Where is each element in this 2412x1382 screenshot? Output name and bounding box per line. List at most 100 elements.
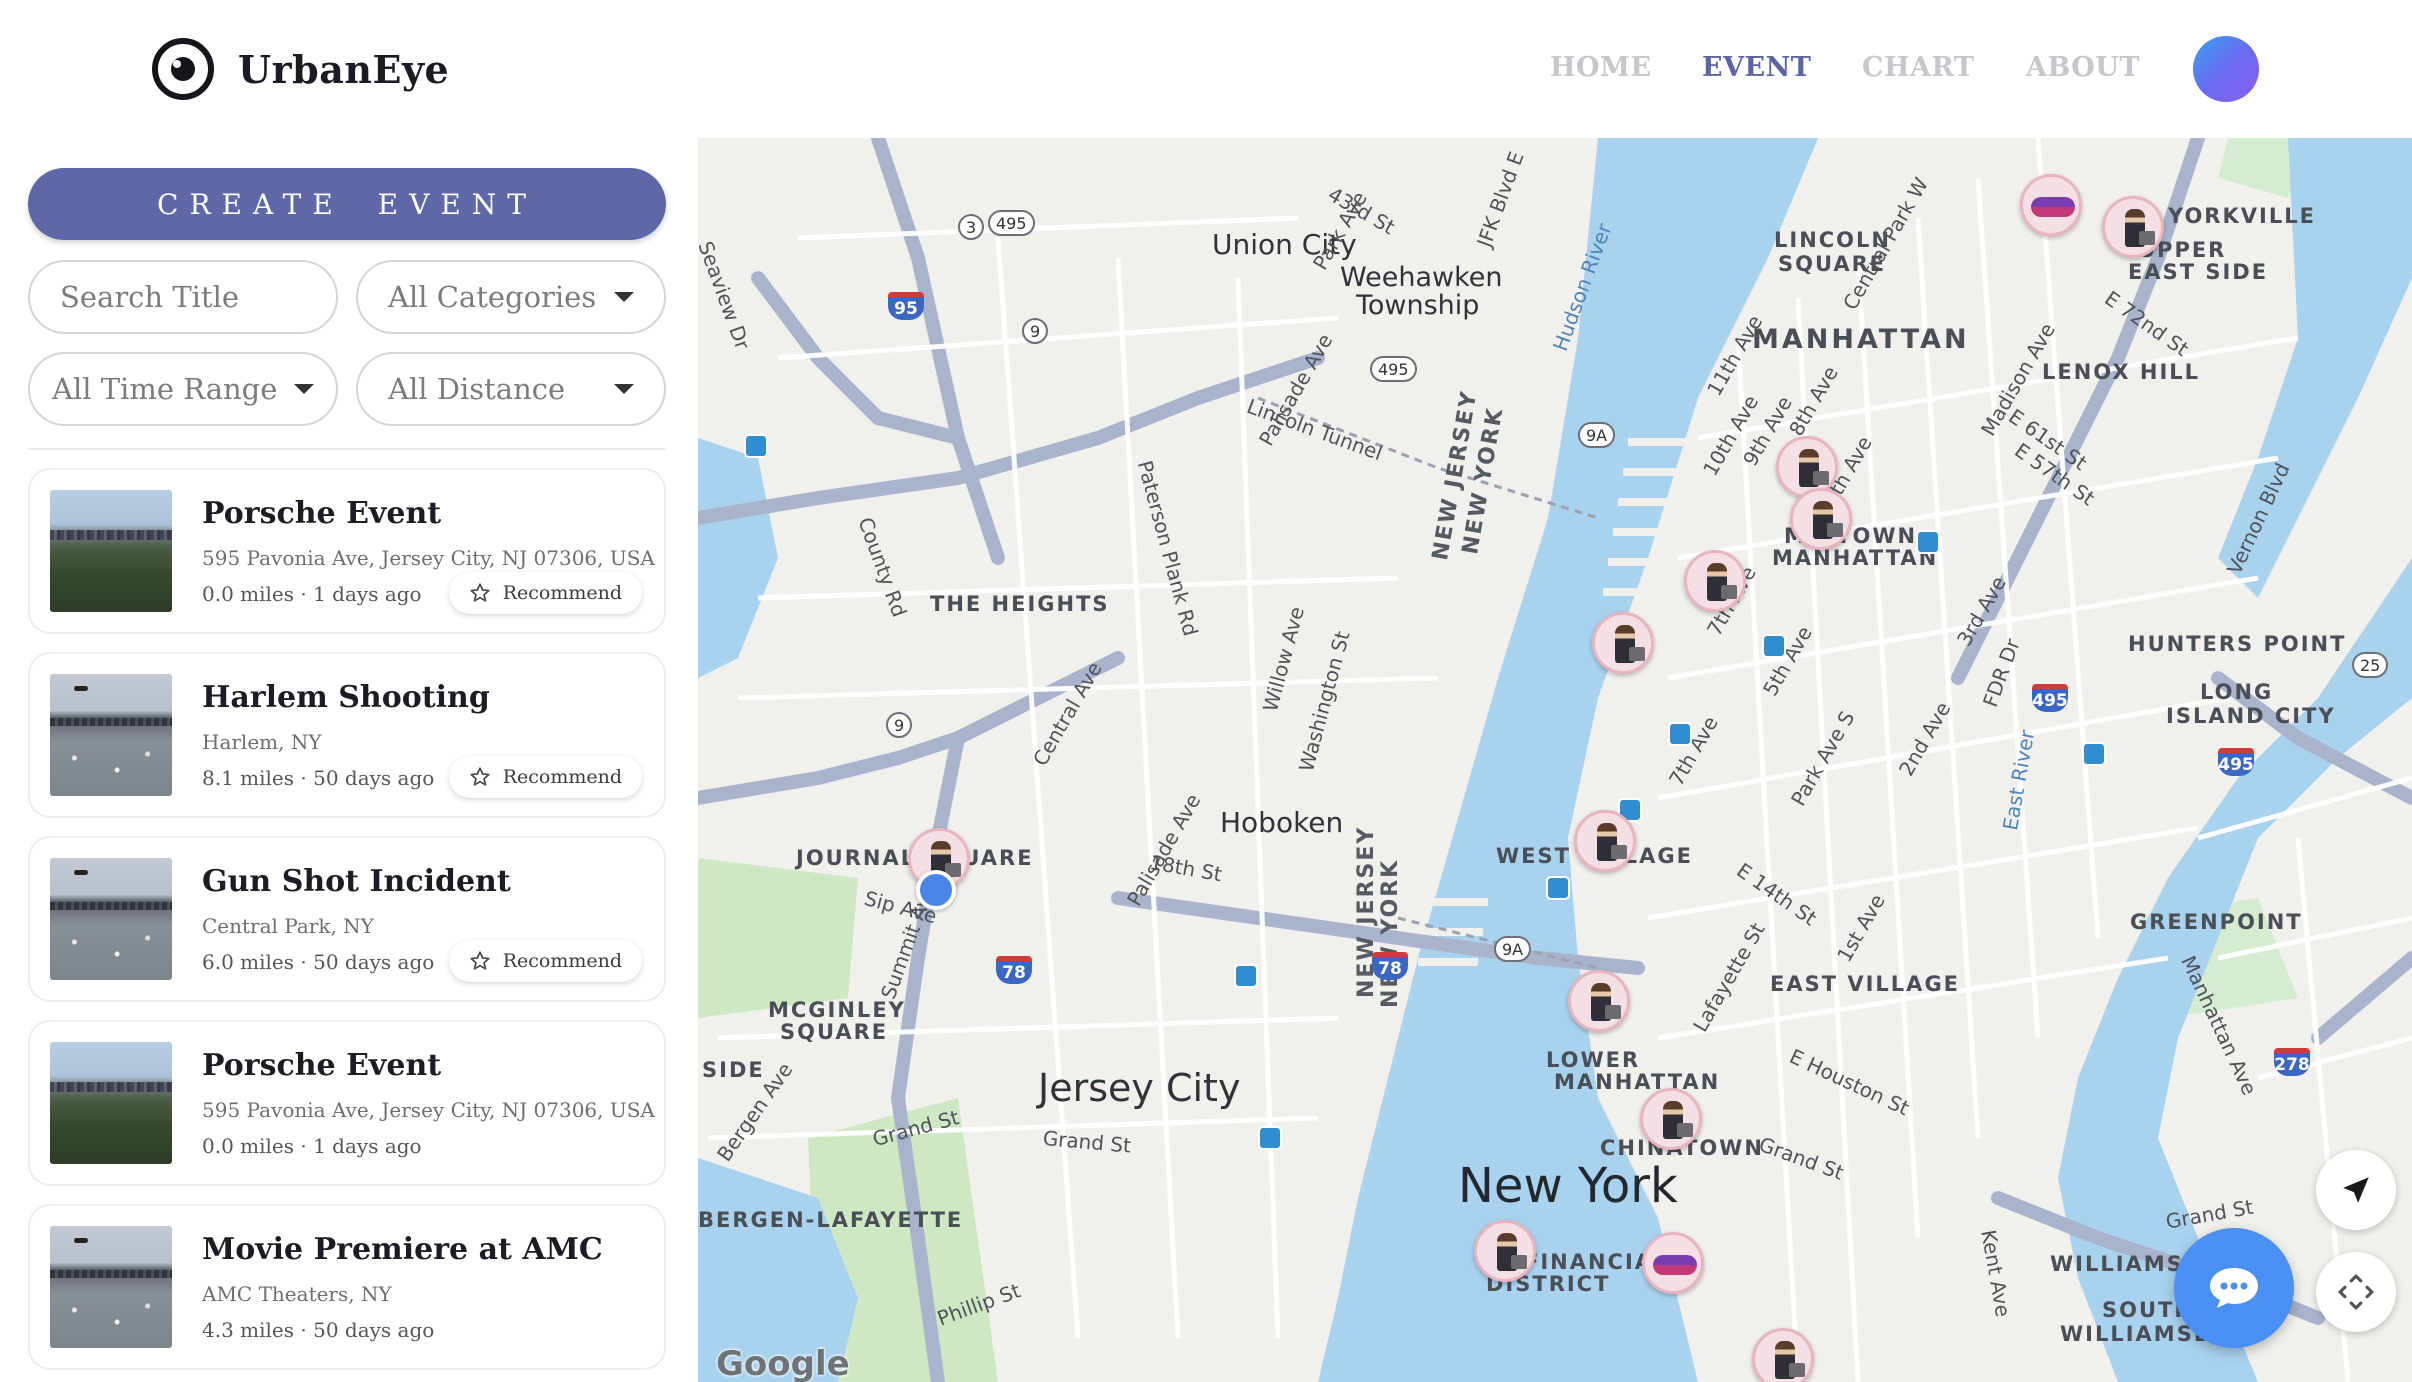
event-title: Porsche Event bbox=[202, 496, 442, 531]
event-card[interactable]: Porsche Event 595 Pavonia Ave, Jersey Ci… bbox=[28, 468, 666, 634]
event-map-pin[interactable] bbox=[1568, 970, 1630, 1032]
fullscreen-icon bbox=[2338, 1274, 2374, 1310]
chevron-down-icon bbox=[294, 384, 314, 394]
map-label-lower-manhattan: MANHATTAN bbox=[1554, 1070, 1721, 1094]
event-map-pin[interactable] bbox=[2102, 196, 2164, 258]
time-range-select[interactable]: All Time Range bbox=[28, 352, 338, 426]
transit-station-icon bbox=[744, 434, 768, 458]
interstate-278-shield: 278 bbox=[2274, 1048, 2310, 1076]
event-thumbnail bbox=[50, 1042, 172, 1164]
event-thumbnail bbox=[50, 1226, 172, 1348]
recommend-label: Recommend bbox=[502, 766, 622, 788]
map-label-greenpoint: GREENPOINT bbox=[2130, 910, 2303, 934]
event-card[interactable]: Gun Shot Incident Central Park, NY 6.0 m… bbox=[28, 836, 666, 1002]
event-meta: 8.1 miles · 50 days ago bbox=[202, 766, 435, 790]
distance-select[interactable]: All Distance bbox=[356, 352, 666, 426]
star-icon bbox=[470, 583, 490, 602]
map-label-east-side: EAST SIDE bbox=[2128, 260, 2269, 284]
transit-station-icon bbox=[1546, 876, 1570, 900]
event-meta: 0.0 miles · 1 days ago bbox=[202, 582, 422, 606]
event-title: Harlem Shooting bbox=[202, 680, 490, 715]
map-label-midtown-2: MANHATTAN bbox=[1772, 546, 1939, 570]
recommend-button[interactable]: Recommend bbox=[448, 572, 642, 614]
event-map-pin[interactable] bbox=[1574, 810, 1636, 872]
map-label-bergen-lafayette: BERGEN-LAFAYETTE bbox=[698, 1208, 964, 1232]
map-label-long: LONG bbox=[2200, 680, 2274, 704]
map-label-hoboken: Hoboken bbox=[1220, 806, 1344, 839]
recommend-button[interactable]: Recommend bbox=[448, 756, 642, 798]
event-map-pin[interactable] bbox=[1592, 612, 1654, 674]
event-map[interactable]: Union City Weehawken Township LINCOLN SQ… bbox=[698, 138, 2412, 1382]
event-map-pin[interactable] bbox=[1642, 1232, 1704, 1294]
map-label-manhattan: MANHATTAN bbox=[1752, 324, 1970, 355]
route-25-shield: 25 bbox=[2352, 652, 2389, 678]
chat-button[interactable] bbox=[2174, 1228, 2294, 1348]
create-event-button[interactable]: CREATE EVENT bbox=[28, 168, 666, 240]
event-meta: 6.0 miles · 50 days ago bbox=[202, 950, 435, 974]
event-thumbnail bbox=[50, 674, 172, 796]
event-thumbnail bbox=[50, 858, 172, 980]
event-card[interactable]: Harlem Shooting Harlem, NY 8.1 miles · 5… bbox=[28, 652, 666, 818]
google-logo: Google bbox=[716, 1344, 850, 1382]
recommend-button[interactable]: Recommend bbox=[448, 940, 642, 982]
map-label-mcginley-2: SQUARE bbox=[780, 1020, 889, 1044]
map-label-ny-south: NEW YORK bbox=[1378, 858, 1403, 1008]
transit-station-icon bbox=[1668, 722, 1692, 746]
map-label-township: Township bbox=[1356, 290, 1480, 321]
map-label-hunters-point: HUNTERS POINT bbox=[2128, 632, 2347, 656]
event-address: Harlem, NY bbox=[202, 730, 322, 754]
nav-event[interactable]: EVENT bbox=[1702, 52, 1811, 83]
interstate-95-shield: 95 bbox=[888, 292, 924, 320]
event-address: 595 Pavonia Ave, Jersey City, NJ 07306, … bbox=[202, 1098, 655, 1122]
nav-home[interactable]: HOME bbox=[1550, 52, 1652, 83]
event-address: Central Park, NY bbox=[202, 914, 374, 938]
transit-station-icon bbox=[1762, 634, 1786, 658]
nav-about[interactable]: ABOUT bbox=[2026, 52, 2140, 83]
route-495-shield: 495 bbox=[988, 210, 1035, 236]
chat-bubble-icon bbox=[2210, 1268, 2258, 1308]
time-range-select-value: All Time Range bbox=[52, 372, 278, 406]
nav-chart[interactable]: CHART bbox=[1862, 52, 1975, 83]
interstate-78-shield: 78 bbox=[1372, 952, 1408, 980]
event-map-pin[interactable] bbox=[1790, 488, 1852, 550]
event-map-pin[interactable] bbox=[2020, 174, 2082, 236]
route-9a-shield: 9A bbox=[1494, 936, 1532, 962]
fullscreen-button[interactable] bbox=[2316, 1252, 2396, 1332]
map-label-island-city: ISLAND CITY bbox=[2166, 704, 2336, 728]
event-sidebar: CREATE EVENT All Categories All Time Ran… bbox=[0, 138, 698, 1382]
interstate-78-shield: 78 bbox=[996, 956, 1032, 984]
divider bbox=[28, 448, 666, 450]
route-495-shield: 495 bbox=[1370, 356, 1417, 382]
map-label-weehawken: Weehawken bbox=[1340, 262, 1503, 293]
event-map-pin[interactable] bbox=[1640, 1088, 1702, 1150]
top-header: UrbanEye HOME EVENT CHART ABOUT bbox=[0, 0, 2412, 138]
navigation-arrow-icon bbox=[2343, 1177, 2369, 1203]
recommend-label: Recommend bbox=[502, 582, 622, 604]
category-select[interactable]: All Categories bbox=[356, 260, 666, 334]
map-label-mcginley: MCGINLEY bbox=[768, 998, 906, 1022]
search-field[interactable] bbox=[28, 260, 338, 334]
brand[interactable]: UrbanEye bbox=[150, 36, 449, 102]
event-card[interactable]: Porsche Event 595 Pavonia Ave, Jersey Ci… bbox=[28, 1020, 666, 1186]
transit-station-icon bbox=[2082, 742, 2106, 766]
route-9a-shield: 9A bbox=[1578, 422, 1616, 448]
search-input[interactable] bbox=[60, 280, 306, 314]
current-location-dot bbox=[916, 870, 956, 910]
transit-station-icon bbox=[1258, 1126, 1282, 1150]
transit-station-icon bbox=[1916, 530, 1940, 554]
map-label-jersey-city: Jersey City bbox=[1038, 1066, 1241, 1110]
event-title: Gun Shot Incident bbox=[202, 864, 511, 899]
recommend-label: Recommend bbox=[502, 950, 622, 972]
event-map-pin[interactable] bbox=[1474, 1220, 1536, 1282]
event-title: Porsche Event bbox=[202, 1048, 442, 1083]
category-select-value: All Categories bbox=[388, 280, 597, 314]
event-map-pin[interactable] bbox=[1752, 1328, 1814, 1382]
locate-button[interactable] bbox=[2316, 1150, 2396, 1230]
event-map-pin[interactable] bbox=[1684, 550, 1746, 612]
event-card[interactable]: Movie Premiere at AMC AMC Theaters, NY 4… bbox=[28, 1204, 666, 1370]
event-meta: 4.3 miles · 50 days ago bbox=[202, 1318, 435, 1342]
avatar[interactable] bbox=[2193, 36, 2259, 102]
map-label-east-village: EAST VILLAGE bbox=[1770, 972, 1961, 996]
map-label-new-york: New York bbox=[1458, 1158, 1678, 1214]
route-3-shield: 3 bbox=[958, 214, 985, 240]
